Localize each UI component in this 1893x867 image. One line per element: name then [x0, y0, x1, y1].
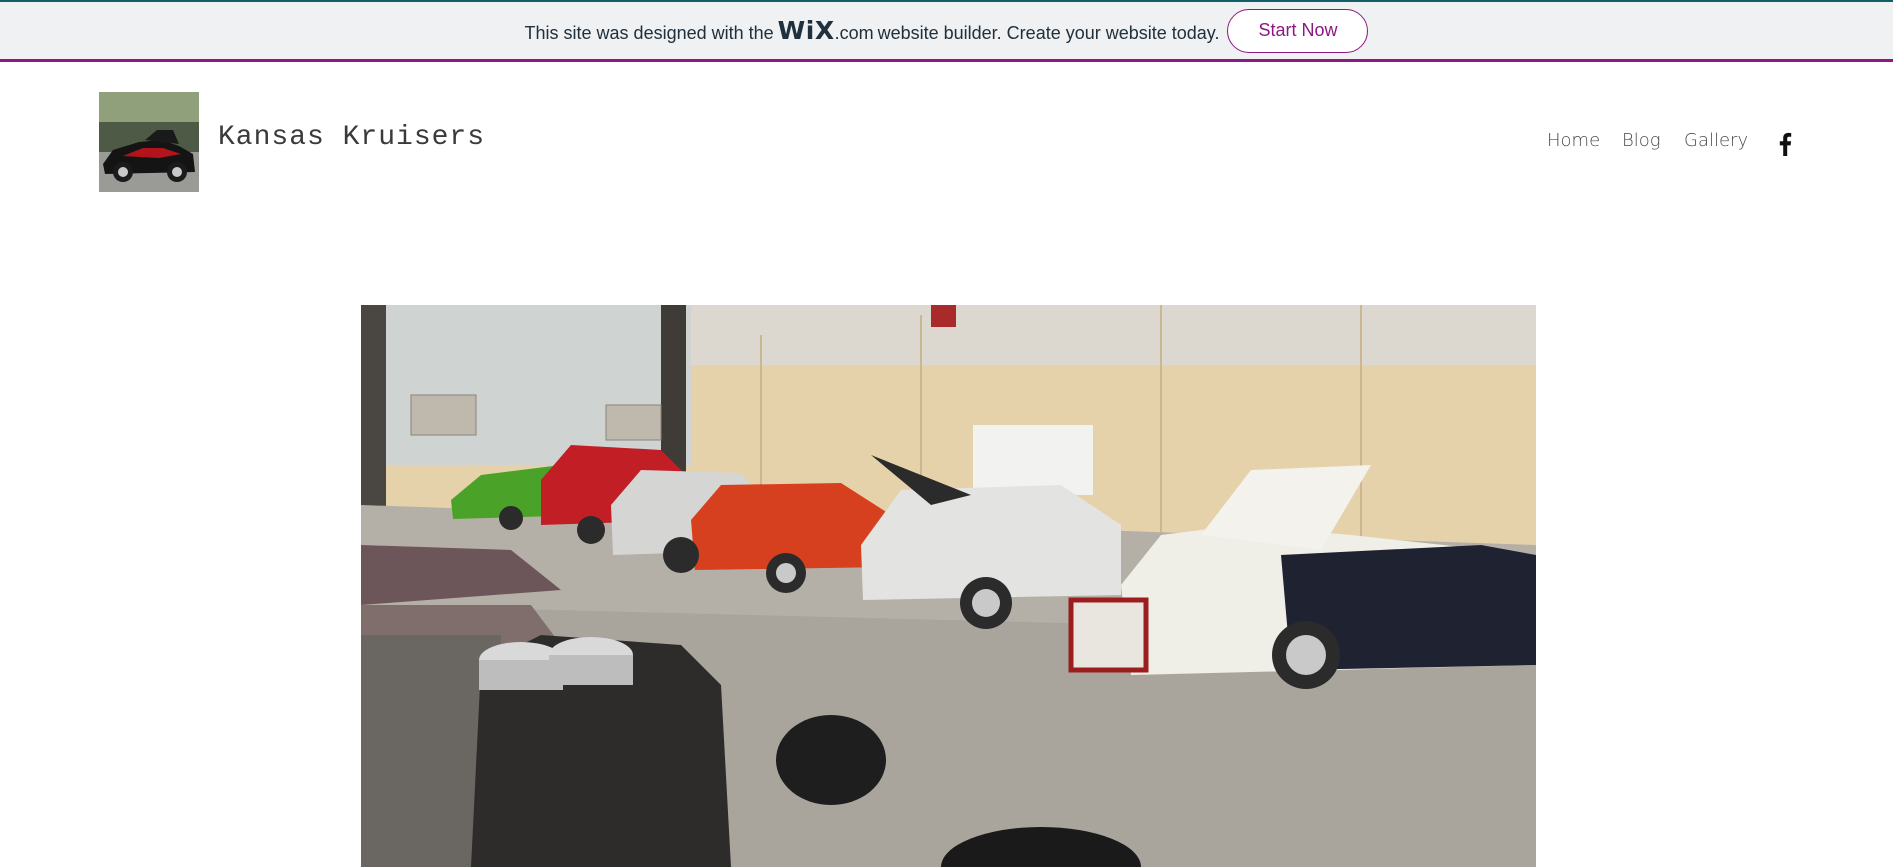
wix-promo-text-before: This site was designed with the: [524, 23, 774, 43]
nav-item-gallery[interactable]: Gallery: [1684, 130, 1748, 151]
main-nav: Home Blog Gallery: [0, 130, 1893, 160]
car-show-photo: [361, 305, 1536, 867]
facebook-icon[interactable]: [1775, 132, 1795, 156]
wix-brand: WiX .com: [778, 16, 874, 45]
wix-promo-text: This site was designed with the WiX .com …: [525, 16, 1220, 45]
start-now-button[interactable]: Start Now: [1227, 8, 1369, 53]
wix-promo-text-after: website builder. Create your website tod…: [877, 23, 1220, 43]
wix-domain: .com: [834, 23, 874, 43]
wix-promo-banner: This site was designed with the WiX .com …: [0, 0, 1893, 62]
hero-image: [361, 305, 1536, 867]
nav-item-blog[interactable]: Blog: [1622, 130, 1661, 151]
wix-logo: WiX: [777, 16, 835, 45]
nav-item-home[interactable]: Home: [1547, 130, 1600, 151]
